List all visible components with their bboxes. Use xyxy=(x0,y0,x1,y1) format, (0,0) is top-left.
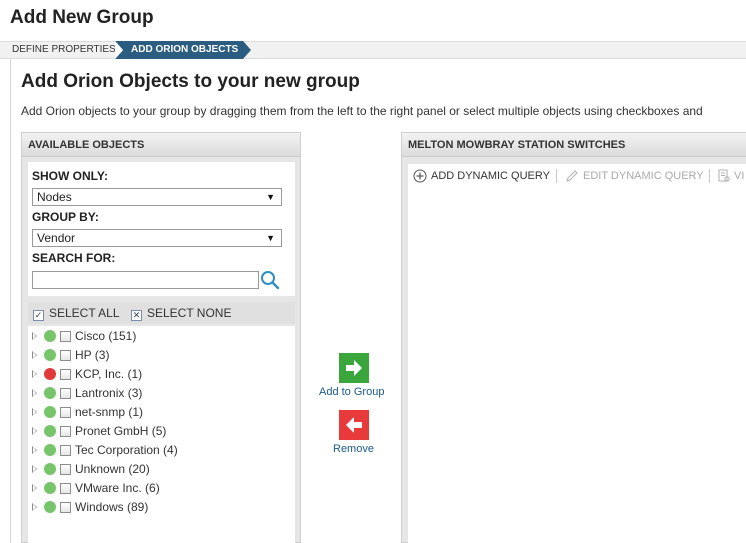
search-input[interactable] xyxy=(32,271,259,289)
tree-item[interactable]: net-snmp (1) xyxy=(28,403,295,422)
tree-item-checkbox[interactable] xyxy=(60,426,71,437)
tree-item[interactable]: Lantronix (3) xyxy=(28,384,295,403)
tree-item[interactable]: Windows (89) xyxy=(28,498,295,517)
edit-dynamic-query-button[interactable]: EDIT DYNAMIC QUERY xyxy=(583,168,704,184)
tree-item-checkbox[interactable] xyxy=(60,388,71,399)
add-to-group-button[interactable]: Add to Group xyxy=(319,386,384,398)
toolbar-separator xyxy=(556,169,557,183)
available-objects-header: AVAILABLE OBJECTS xyxy=(22,133,300,157)
tree-item-label: VMware Inc. (6) xyxy=(75,481,160,495)
search-for-label: SEARCH FOR: xyxy=(32,251,116,265)
section-title: Add Orion Objects to your new group xyxy=(21,71,360,92)
tree-item-label: Tec Corporation (4) xyxy=(75,443,178,457)
select-all-button[interactable]: ✓ SELECT ALL xyxy=(33,302,120,324)
group-by-label: GROUP BY: xyxy=(32,210,99,224)
tree-item-checkbox[interactable] xyxy=(60,350,71,361)
add-circle-icon[interactable] xyxy=(413,169,427,183)
status-dot-icon xyxy=(44,368,56,380)
tree-item-label: HP (3) xyxy=(75,348,110,362)
expand-arrow-icon[interactable] xyxy=(32,465,37,473)
tree-item-label: Unknown (20) xyxy=(75,462,150,476)
group-members-area[interactable] xyxy=(408,164,746,543)
toolbar-separator xyxy=(709,169,710,183)
tree-item[interactable]: VMware Inc. (6) xyxy=(28,479,295,498)
tree-item-label: Pronet GmbH (5) xyxy=(75,424,167,438)
group-by-value: Vendor xyxy=(37,231,76,245)
wizard-step-add-orion-objects[interactable]: ADD ORION OBJECTS xyxy=(131,43,238,57)
tree-item-checkbox[interactable] xyxy=(60,331,71,342)
view-query-button[interactable]: VI xyxy=(734,168,746,184)
available-objects-tree: Cisco (151) HP (3) KCP, Inc. (1) Lantronix … xyxy=(28,326,295,543)
status-dot-icon xyxy=(44,349,56,361)
status-dot-icon xyxy=(44,482,56,494)
expand-arrow-icon[interactable] xyxy=(32,370,37,378)
expand-arrow-icon[interactable] xyxy=(32,332,37,340)
wizard-step-define-properties[interactable]: DEFINE PROPERTIES xyxy=(12,43,116,57)
expand-arrow-icon[interactable] xyxy=(32,503,37,511)
tree-item-checkbox[interactable] xyxy=(60,407,71,418)
tree-item-label: net-snmp (1) xyxy=(75,405,144,419)
tree-item-label: Lantronix (3) xyxy=(75,386,143,400)
tree-item-checkbox[interactable] xyxy=(60,445,71,456)
page-title: Add New Group xyxy=(10,7,154,28)
remove-icon[interactable] xyxy=(339,410,369,440)
show-only-value: Nodes xyxy=(37,190,72,204)
expand-arrow-icon[interactable] xyxy=(32,389,37,397)
tree-item[interactable]: Cisco (151) xyxy=(28,327,295,346)
tree-item[interactable]: KCP, Inc. (1) xyxy=(28,365,295,384)
tree-item-checkbox[interactable] xyxy=(60,464,71,475)
chevron-down-icon: ▼ xyxy=(266,192,275,202)
show-only-label: SHOW ONLY: xyxy=(32,169,109,183)
checkbox-cross-icon: ✕ xyxy=(131,310,142,321)
status-dot-icon xyxy=(44,501,56,513)
expand-arrow-icon[interactable] xyxy=(32,484,37,492)
expand-arrow-icon[interactable] xyxy=(32,351,37,359)
add-to-group-icon[interactable] xyxy=(339,353,369,383)
tree-item[interactable]: Tec Corporation (4) xyxy=(28,441,295,460)
pencil-icon xyxy=(566,170,578,182)
search-icon[interactable] xyxy=(260,270,280,290)
content-left-border xyxy=(10,59,11,543)
tree-item[interactable]: Unknown (20) xyxy=(28,460,295,479)
tree-item-label: Cisco (151) xyxy=(75,329,137,343)
status-dot-icon xyxy=(44,463,56,475)
status-dot-icon xyxy=(44,406,56,418)
tree-item-label: KCP, Inc. (1) xyxy=(75,367,143,381)
tree-item-label: Windows (89) xyxy=(75,500,149,514)
group-name-header: MELTON MOWBRAY STATION SWITCHES xyxy=(402,133,746,157)
select-none-button[interactable]: ✕ SELECT NONE xyxy=(131,302,231,324)
chevron-down-icon: ▼ xyxy=(266,233,275,243)
add-dynamic-query-button[interactable]: ADD DYNAMIC QUERY xyxy=(431,168,550,184)
group-by-select[interactable]: Vendor ▼ xyxy=(32,229,282,247)
expand-arrow-icon[interactable] xyxy=(32,408,37,416)
tree-item[interactable]: HP (3) xyxy=(28,346,295,365)
section-description: Add Orion objects to your group by dragg… xyxy=(21,104,703,118)
status-dot-icon xyxy=(44,387,56,399)
tree-item-checkbox[interactable] xyxy=(60,369,71,380)
status-dot-icon xyxy=(44,444,56,456)
status-dot-icon xyxy=(44,425,56,437)
tree-item[interactable]: Pronet GmbH (5) xyxy=(28,422,295,441)
show-only-select[interactable]: Nodes ▼ xyxy=(32,188,282,206)
remove-button[interactable]: Remove xyxy=(333,443,374,455)
tree-item-checkbox[interactable] xyxy=(60,483,71,494)
tree-item-checkbox[interactable] xyxy=(60,502,71,513)
checkbox-checked-icon: ✓ xyxy=(33,310,44,321)
expand-arrow-icon[interactable] xyxy=(32,446,37,454)
view-document-icon xyxy=(718,169,730,182)
expand-arrow-icon[interactable] xyxy=(32,427,37,435)
status-dot-icon xyxy=(44,330,56,342)
